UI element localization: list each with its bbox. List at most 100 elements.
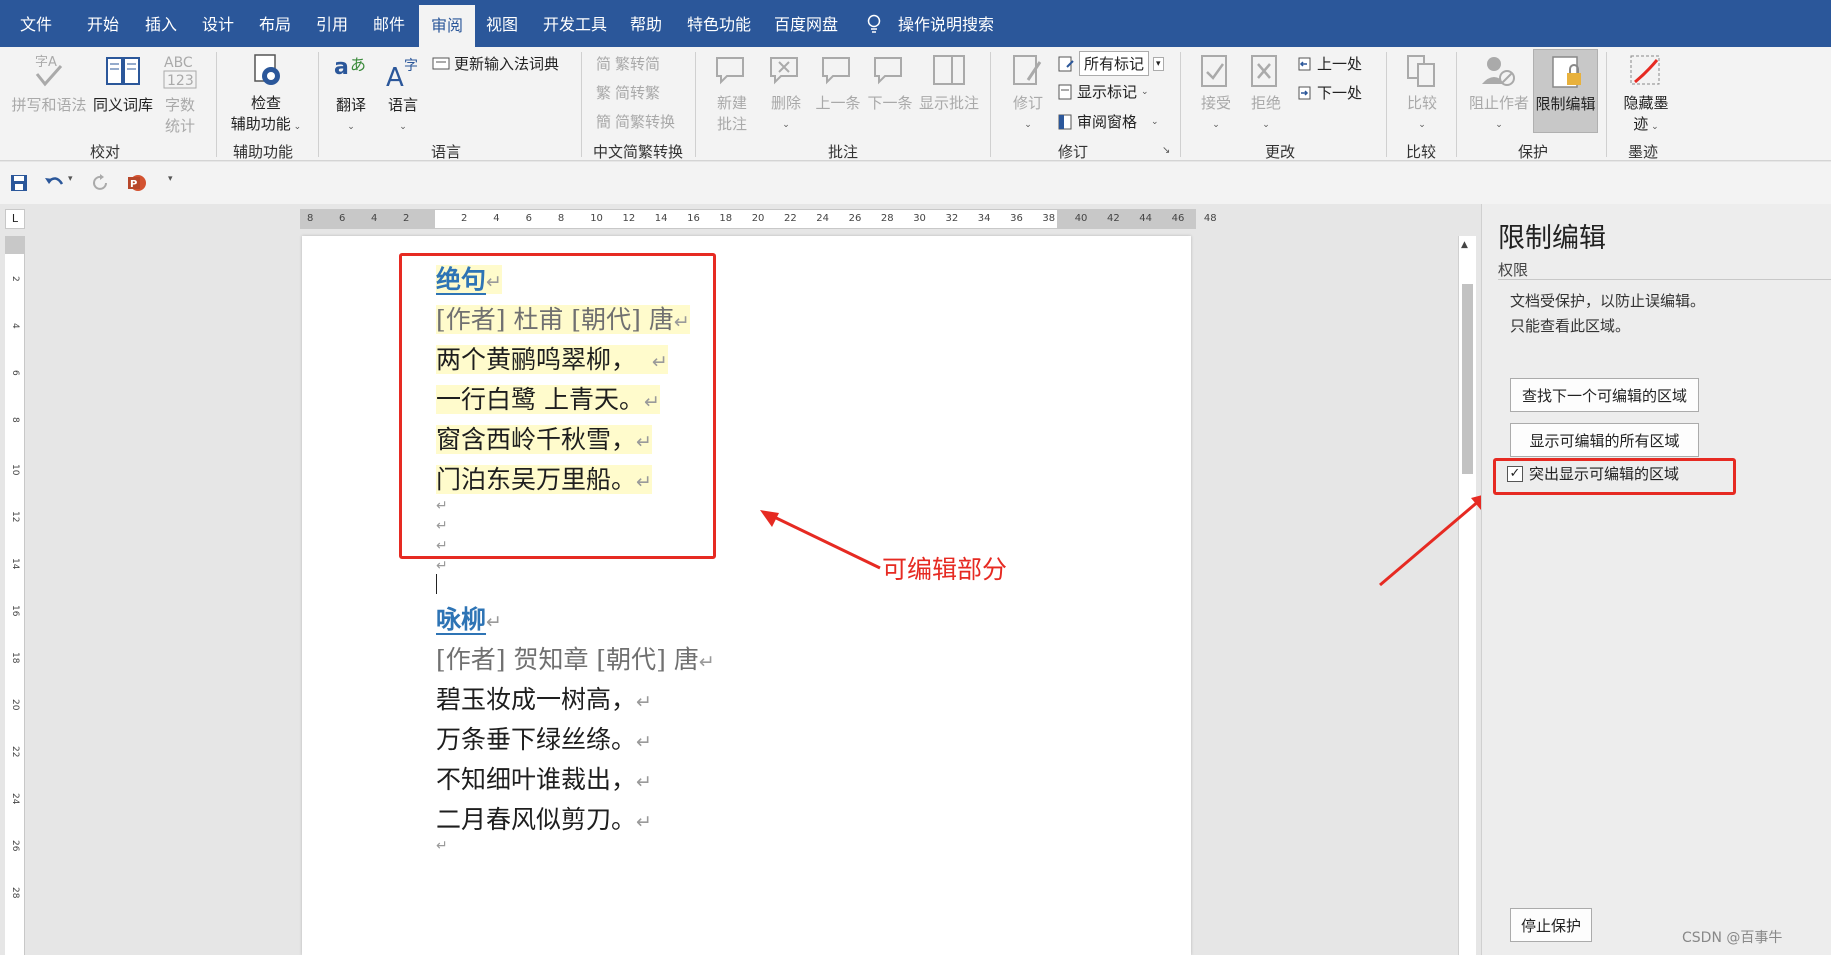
tab-home[interactable]: 开始 [87, 0, 119, 47]
check-accessibility-button[interactable]: 检查 辅助功能 ⌄ [226, 52, 306, 134]
ruler-tick-label: 24 [816, 213, 830, 224]
word-count-button[interactable]: ABC 123 字数 统计 [158, 52, 202, 136]
accept-button[interactable]: 接受 ⌄ [1196, 52, 1236, 131]
block-authors-button[interactable]: 阻止作者 ⌄ [1468, 52, 1530, 131]
word-count-label-1: 字数 [164, 96, 195, 114]
next-change-button[interactable]: 下一处 [1297, 82, 1362, 103]
previous-change-button[interactable]: 上一处 [1297, 53, 1362, 74]
save-icon[interactable] [10, 174, 28, 192]
tab-design[interactable]: 设计 [202, 0, 234, 47]
ruler-tick-label: 28 [880, 213, 894, 224]
chevron-down-icon: ⌄ [1418, 120, 1426, 130]
scroll-up-icon[interactable]: ▲ [1461, 240, 1468, 250]
show-markup-button[interactable]: 显示标记 ⌄ [1057, 81, 1149, 102]
tell-me-search[interactable]: 操作说明搜索 [898, 0, 994, 47]
find-next-editable-region-button[interactable]: 查找下一个可编辑的区域 [1510, 378, 1699, 412]
compare-label: 比较 [1406, 94, 1437, 112]
simplified-to-traditional-button[interactable]: 繁简转繁 [596, 82, 660, 103]
undo-icon[interactable] [44, 174, 64, 192]
tab-view[interactable]: 视图 [486, 0, 518, 47]
ruler-tick-label: 36 [1010, 213, 1023, 224]
markup-select[interactable]: 所有标记 ▾ [1057, 51, 1164, 76]
tab-help[interactable]: 帮助 [630, 0, 662, 47]
ruler-margin-left [301, 210, 435, 228]
s2t-icon: 繁 [596, 84, 612, 102]
convert-label: 简繁转换 [615, 113, 676, 131]
document-scrollbar[interactable]: ▲ [1458, 236, 1476, 955]
ruler-tick-label: 28 [10, 887, 20, 899]
customize-qat-icon[interactable]: ▾ [168, 174, 173, 184]
ruler-tick-label: 14 [10, 558, 20, 570]
tab-mailings[interactable]: 邮件 [373, 0, 405, 47]
restrict-editing-pane: 限制编辑 权限 文档受保护，以防止误编辑。 只能查看此区域。 查找下一个可编辑的… [1481, 204, 1831, 955]
protection-info-text: 文档受保护，以防止误编辑。 [1510, 292, 1706, 310]
tab-features[interactable]: 特色功能 [687, 0, 751, 47]
accept-icon [1201, 55, 1227, 87]
powerpoint-icon[interactable]: P [126, 173, 148, 193]
poem2-line-2-text: 万条垂下绿丝绦。 [436, 725, 637, 754]
poem2-line-3[interactable]: 不知细叶谁裁出，↵ [436, 760, 652, 796]
ruler-tick-label: 26 [10, 840, 20, 852]
stop-protection-button[interactable]: 停止保护 [1510, 908, 1592, 942]
group-label-accessibility: 辅助功能 [233, 143, 294, 161]
update-ime-label: 更新输入法词典 [454, 55, 560, 73]
new-comment-button[interactable]: 新建 批注 [710, 52, 754, 134]
reviewing-pane-button[interactable]: 审阅窗格 ⌄ [1057, 111, 1159, 132]
tab-references[interactable]: 引用 [316, 0, 348, 47]
tab-insert[interactable]: 插入 [145, 0, 177, 47]
next-comment-button[interactable]: 下一条 [866, 52, 914, 113]
tab-file[interactable]: 文件 [20, 0, 52, 47]
undo-dropdown-icon[interactable]: ▾ [68, 174, 73, 184]
restrict-editing-button[interactable]: 限制编辑 [1533, 49, 1598, 133]
ruler-tick-label: 4 [493, 213, 500, 224]
group-label-compare: 比较 [1406, 143, 1437, 161]
track-changes-button[interactable]: 修订 ⌄ [1008, 52, 1048, 131]
delete-comment-icon [770, 57, 798, 85]
previous-comment-button[interactable]: 上一条 [814, 52, 862, 113]
ruler-tick-label: 26 [848, 213, 862, 224]
tab-baidu-netdisk[interactable]: 百度网盘 [774, 0, 838, 47]
poem2-title[interactable]: 咏柳↵ [436, 600, 502, 636]
convert-icon: 簡 [596, 113, 612, 131]
checkbox-highlight-box [1493, 458, 1736, 495]
delete-comment-label: 删除 [770, 94, 801, 112]
compare-button[interactable]: 比较 ⌄ [1402, 52, 1442, 131]
poem2-line-2[interactable]: 万条垂下绿丝绦。↵ [436, 720, 652, 756]
chevron-down-icon: ⌄ [1024, 120, 1032, 130]
delete-comment-button[interactable]: 删除 ⌄ [764, 52, 808, 131]
redo-icon[interactable] [92, 174, 110, 192]
dialog-launcher-icon[interactable]: ↘ [1162, 145, 1170, 156]
poem2-line-1[interactable]: 碧玉妆成一树高，↵ [436, 680, 652, 716]
language-button[interactable]: A字 语言 ⌄ [382, 52, 424, 133]
ruler-tick-label: 14 [654, 213, 668, 224]
tab-selector-icon[interactable]: L [5, 209, 25, 229]
show-comments-button[interactable]: 显示批注 [918, 52, 980, 113]
empty-paragraph-mark: ↵ [436, 558, 448, 574]
reject-button[interactable]: 拒绝 ⌄ [1246, 52, 1286, 131]
chinese-conversion-button[interactable]: 簡简繁转换 [596, 111, 675, 132]
poem2-line-3-text: 不知细叶谁裁出， [436, 765, 637, 794]
hide-ink-button[interactable]: 隐藏墨 迹 ⌄ [1615, 52, 1677, 134]
accessibility-label-2: 辅助功能 [230, 115, 291, 133]
reject-label: 拒绝 [1250, 94, 1281, 112]
restrict-editing-icon [1551, 56, 1581, 88]
poem2-author-text: [作者] 贺知章 [朝代] 唐 [436, 645, 699, 674]
poem2-author[interactable]: [作者] 贺知章 [朝代] 唐↵ [436, 640, 715, 676]
vertical-ruler[interactable]: 2 4 6 8 10 12 14 16 18 20 22 24 26 28 [5, 236, 25, 955]
show-all-editable-regions-button[interactable]: 显示可编辑的所有区域 [1510, 423, 1699, 457]
spelling-grammar-button[interactable]: 字A 拼写和语法 [10, 52, 88, 115]
markup-select-value[interactable]: 所有标记 [1079, 51, 1150, 76]
scrollbar-thumb[interactable] [1462, 284, 1473, 474]
translate-button[interactable]: aあ 翻译 ⌄ [330, 52, 372, 133]
update-ime-dictionary-button[interactable]: 更新输入法词典 [432, 53, 559, 74]
s2t-label: 简转繁 [615, 84, 661, 102]
thesaurus-button[interactable]: 同义词库 [92, 52, 154, 115]
horizontal-ruler[interactable]: 8 6 4 2 2 4 6 8 10 12 14 16 18 20 22 24 26 28 30 32 34 36 38 40… [300, 209, 1217, 229]
ruler-tick-label: 34 [977, 213, 991, 224]
chevron-down-icon[interactable]: ▾ [1153, 56, 1164, 71]
poem2-line-4[interactable]: 二月春风似剪刀。↵ [436, 800, 652, 836]
tab-developer[interactable]: 开发工具 [543, 0, 607, 47]
tab-layout[interactable]: 布局 [259, 0, 291, 47]
tab-review[interactable]: 审阅 [419, 5, 476, 47]
traditional-to-simplified-button[interactable]: 简繁转简 [596, 53, 660, 74]
